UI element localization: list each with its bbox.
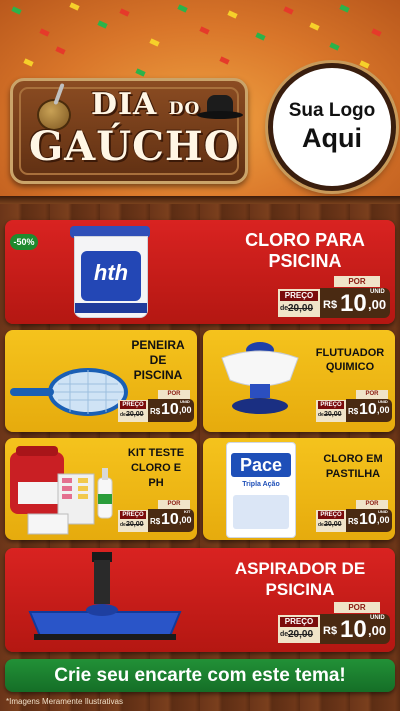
brand-label: hth bbox=[81, 251, 141, 301]
logo-text-line2: Aqui bbox=[302, 123, 362, 153]
package-brand: Pace bbox=[231, 453, 291, 477]
unit-label: UNID bbox=[180, 399, 190, 404]
preco-label: PREÇO bbox=[318, 401, 344, 409]
old-price: 20,00 bbox=[324, 521, 342, 528]
product-name: CLORO EM PASTILHA bbox=[323, 453, 383, 480]
chemical-floater-image bbox=[221, 342, 299, 414]
gaucho-hat-icon bbox=[197, 95, 243, 125]
disclaimer-text: *Imagens Meramente Ilustrativas bbox=[6, 697, 123, 706]
currency: R$ bbox=[150, 517, 161, 526]
por-label: POR bbox=[356, 500, 388, 509]
currency: R$ bbox=[150, 407, 161, 416]
event-title-line1: DIA DO bbox=[91, 87, 201, 122]
new-price: R$ 10 ,00 UNID bbox=[320, 614, 390, 644]
price-tag: POR PREÇO de 20,00 R$ 10 ,00 UNID bbox=[316, 390, 392, 424]
price-tag: POR PREÇO de 20,00 R$ 10 ,00 UNID bbox=[278, 602, 390, 646]
price-tag: POR PREÇO de 20,00 R$ 10 ,00 KIT bbox=[118, 500, 194, 534]
create-flyer-button[interactable]: Crie seu encarte com este tema! bbox=[5, 659, 395, 692]
price-decimal: ,00 bbox=[179, 405, 192, 415]
por-label: POR bbox=[158, 390, 190, 399]
price-decimal: ,00 bbox=[377, 405, 390, 415]
old-price: 20,00 bbox=[126, 411, 144, 418]
de-label: de bbox=[280, 305, 289, 312]
logo-text-line1: Sua Logo bbox=[288, 100, 376, 121]
currency: R$ bbox=[348, 517, 359, 526]
pool-vacuum-head-image bbox=[28, 552, 182, 640]
unit-label: KIT bbox=[184, 509, 191, 514]
price-integer: 10 bbox=[161, 401, 179, 418]
price-tag: POR PREÇO de 20,00 R$ 10 ,00 UNID bbox=[316, 500, 392, 534]
price-decimal: ,00 bbox=[368, 297, 387, 312]
por-label: POR bbox=[334, 276, 380, 287]
price-integer: 10 bbox=[161, 511, 179, 528]
discount-badge: -50% bbox=[10, 234, 38, 250]
preco-label: PREÇO bbox=[280, 291, 318, 301]
event-title-line2: GAÚCHO bbox=[29, 123, 240, 170]
product-name: PENEIRA DE PISCINA bbox=[131, 338, 185, 382]
currency: R$ bbox=[323, 299, 338, 311]
price-tag: POR PREÇO de 20,00 R$ 10 ,00 UNID bbox=[118, 390, 194, 424]
preco-label: PREÇO bbox=[120, 401, 146, 409]
unit-label: UNID bbox=[370, 615, 385, 621]
logo-placeholder[interactable]: Sua Logo Aqui bbox=[268, 63, 396, 191]
product-name: CLORO PARA PSICINA bbox=[245, 230, 365, 271]
preco-label: PREÇO bbox=[318, 511, 344, 519]
currency: R$ bbox=[348, 407, 359, 416]
de-label: de bbox=[120, 522, 126, 528]
de-label: de bbox=[120, 412, 126, 418]
package-subtitle: Tripla Ação bbox=[242, 481, 280, 488]
header-divider bbox=[0, 196, 400, 204]
test-kit-image bbox=[10, 446, 113, 535]
new-price: R$ 10 ,00 UNID bbox=[148, 399, 194, 422]
unit-label: UNID bbox=[378, 509, 388, 514]
product-name: KIT TESTE CLORO E PH bbox=[127, 447, 185, 489]
currency: R$ bbox=[323, 625, 338, 637]
old-price: 20,00 bbox=[288, 629, 314, 640]
product-name: ASPIRADOR DE PSICINA bbox=[234, 559, 366, 599]
por-label: POR bbox=[158, 500, 190, 509]
por-label: POR bbox=[356, 390, 388, 399]
chlorine-tablet-package-image: Pace Tripla Ação bbox=[226, 442, 296, 538]
preco-label: PREÇO bbox=[280, 617, 318, 627]
new-price: R$ 10 ,00 UNID bbox=[346, 509, 392, 532]
price-decimal: ,00 bbox=[368, 623, 387, 638]
new-price: R$ 10 ,00 KIT bbox=[148, 509, 194, 532]
new-price: R$ 10 ,00 UNID bbox=[320, 288, 390, 318]
old-price: 20,00 bbox=[126, 521, 144, 528]
de-label: de bbox=[280, 631, 289, 638]
old-price: 20,00 bbox=[288, 303, 314, 314]
product-name: FLUTUADOR QUIMICO bbox=[315, 347, 385, 373]
de-label: de bbox=[318, 522, 324, 528]
price-integer: 10 bbox=[340, 290, 367, 317]
event-title-plate: DIA DO GAÚCHO bbox=[10, 78, 248, 184]
chlorine-bucket-image: hth bbox=[70, 226, 150, 318]
price-decimal: ,00 bbox=[377, 515, 390, 525]
de-label: de bbox=[318, 412, 324, 418]
price-tag: POR PREÇO de 20,00 R$ 10 ,00 UNID bbox=[278, 276, 390, 320]
unit-label: UNID bbox=[378, 399, 388, 404]
price-decimal: ,00 bbox=[179, 515, 192, 525]
price-integer: 10 bbox=[359, 511, 377, 528]
new-price: R$ 10 ,00 UNID bbox=[346, 399, 392, 422]
por-label: POR bbox=[334, 602, 380, 613]
unit-label: UNID bbox=[370, 289, 385, 295]
old-price: 20,00 bbox=[324, 411, 342, 418]
price-integer: 10 bbox=[340, 616, 367, 643]
price-integer: 10 bbox=[359, 401, 377, 418]
preco-label: PREÇO bbox=[120, 511, 146, 519]
pool-net-image bbox=[10, 368, 128, 416]
